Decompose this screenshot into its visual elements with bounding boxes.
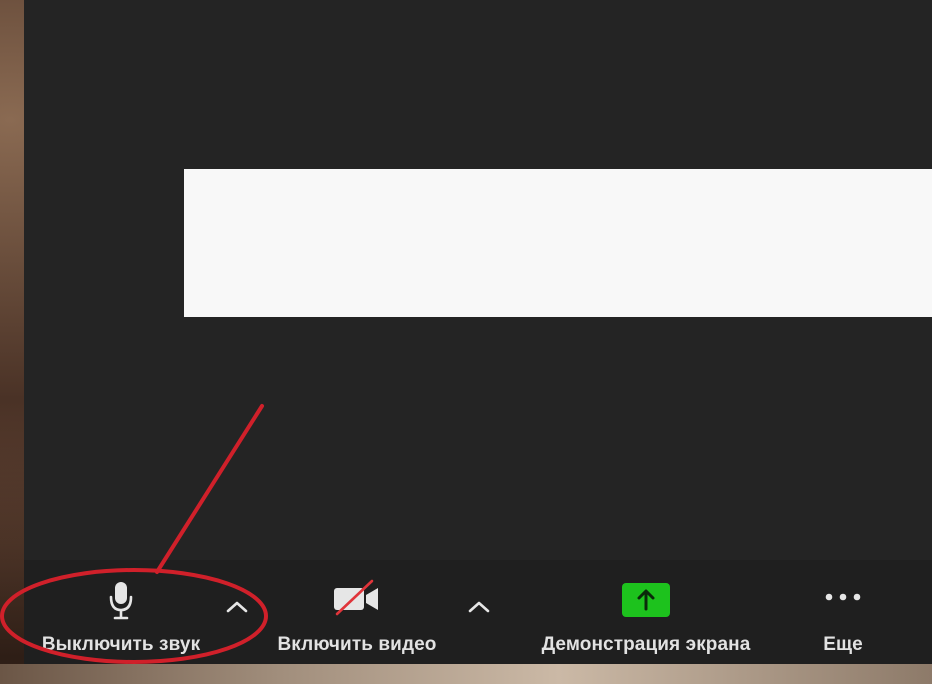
mute-label: Выключить звук [41,634,201,655]
video-off-icon [332,578,382,623]
ellipsis-icon [823,590,863,609]
chevron-up-icon [464,601,494,622]
meeting-toolbar: Выключить звук Включить видео Демонстрац… [24,560,932,664]
share-screen-arrow-icon [621,582,671,623]
video-label: Включить видео [277,634,437,655]
video-options-button[interactable] [464,594,494,618]
background-photo-bottom [0,664,932,684]
microphone-icon [107,580,135,625]
start-video-button[interactable]: Включить видео [264,560,450,664]
audio-options-button[interactable] [222,594,252,618]
more-button[interactable]: Еще [804,560,882,664]
share-screen-button[interactable]: Демонстрация экрана [524,560,768,664]
shared-content-area [184,169,932,317]
share-label: Демонстрация экрана [541,634,751,655]
more-label: Еще [823,634,863,655]
mute-button[interactable]: Выключить звук [28,560,214,664]
chevron-up-icon [222,601,252,622]
